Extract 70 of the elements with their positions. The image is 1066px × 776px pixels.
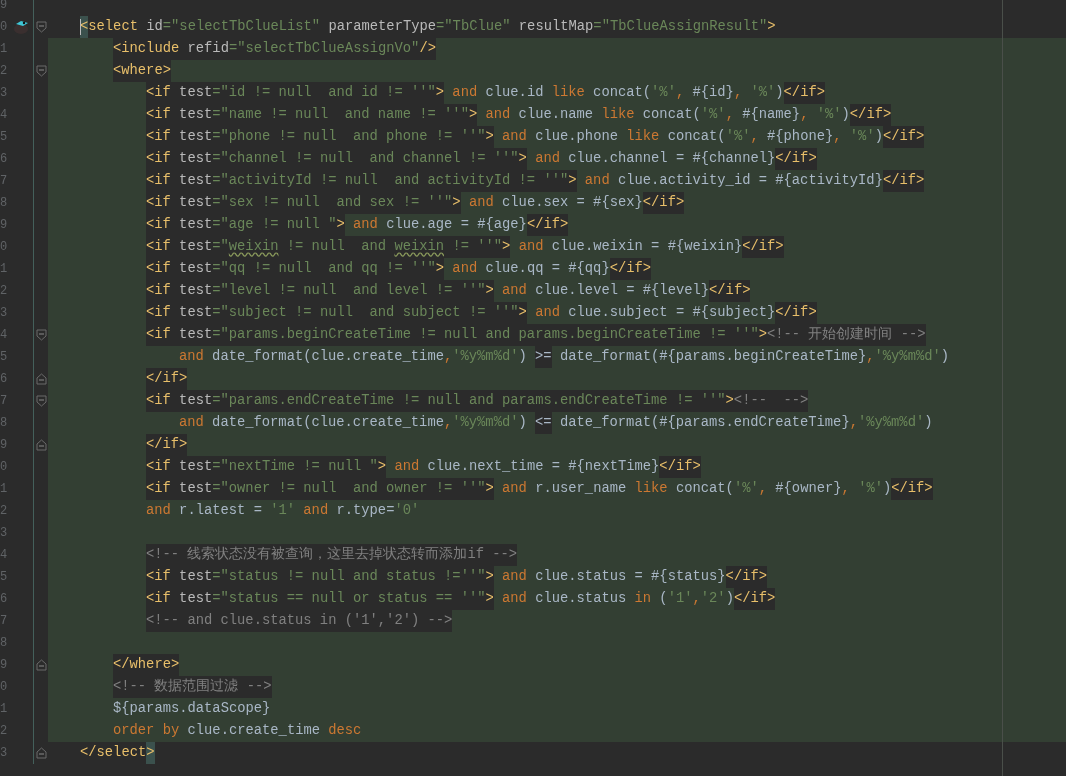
fold-icon[interactable] [35, 21, 47, 33]
fold-icon[interactable] [35, 747, 47, 759]
code-line: </select> [80, 742, 155, 764]
line-number: 3 [0, 525, 9, 542]
code-line: and r.latest = '1' and r.type='0' [146, 502, 420, 520]
line-number: 4 [0, 107, 9, 124]
code-line: and date_format(clue.create_time,'%y%m%d') <= date_format(#{params.endCreateTime},'%y%m%d') [179, 412, 933, 434]
line-number: 0 [0, 459, 9, 476]
fold-icon[interactable] [35, 439, 47, 451]
line-number: 9 [0, 437, 9, 454]
line-number: 4 [0, 327, 9, 344]
line-number: 1 [0, 41, 9, 58]
line-number: 5 [0, 569, 9, 586]
fold-icon[interactable] [35, 395, 47, 407]
code-line: <if test="age != null "> and clue.age = #{age}</if> [146, 214, 569, 236]
code-line: <if test="params.beginCreateTime != null and params.beginCreateTime != ''"><!-- 开始创建时间 --> [146, 324, 926, 346]
line-number: 8 [0, 415, 9, 432]
fold-icon[interactable] [35, 373, 47, 385]
code-line: <if test="name != null and name != ''"> and clue.name like concat('%', #{name}, '%')</if> [146, 104, 892, 126]
line-number: 6 [0, 591, 9, 608]
line-number: 3 [0, 305, 9, 322]
fold-icon[interactable] [35, 659, 47, 671]
line-number: 1 [0, 481, 9, 498]
fold-icon[interactable] [35, 65, 47, 77]
code-line: <if test="id != null and id != ''"> and clue.id like concat('%', #{id}, '%')</if> [146, 82, 825, 104]
code-line: and date_format(clue.create_time,'%y%m%d') >= date_format(#{params.beginCreateTime},'%y%m%d') [179, 346, 950, 368]
code-line: <if test="status == null or status == ''"> and clue.status in ('1','2')</if> [146, 588, 776, 610]
line-number: 8 [0, 635, 9, 652]
line-number: 5 [0, 349, 9, 366]
line-number: 1 [0, 701, 9, 718]
line-number: 0 [0, 679, 9, 696]
line-number: 9 [0, 0, 9, 14]
line-number: 7 [0, 173, 9, 190]
code-line: <if test="owner != null and owner != ''"> and r.user_name like concat('%', #{owner}, '%')</if> [146, 478, 933, 500]
line-number: 0 [0, 19, 9, 36]
line-number: 8 [0, 195, 9, 212]
line-number: 2 [0, 283, 9, 300]
line-number: 7 [0, 393, 9, 410]
line-number: 2 [0, 723, 9, 740]
code-line: order by clue.create_time desc [113, 722, 362, 740]
code-line: <if test="status != null and status !=''"> and clue.status = #{status}</if> [146, 566, 767, 588]
line-number: 6 [0, 151, 9, 168]
line-number: 1 [0, 261, 9, 278]
line-number: 5 [0, 129, 9, 146]
code-line: <if test="sex != null and sex != ''"> and clue.sex = #{sex}</if> [146, 192, 685, 214]
code-line: <if test="channel != null and channel != ''"> and clue.channel = #{channel}</if> [146, 148, 817, 170]
line-number: 4 [0, 547, 9, 564]
line-number: 3 [0, 745, 9, 762]
line-number: 9 [0, 657, 9, 674]
line-number: 6 [0, 371, 9, 388]
code-line: <if test="level != null and level != ''"> and clue.level = #{level}</if> [146, 280, 751, 302]
code-line: <if test="subject != null and subject != ''"> and clue.subject = #{subject}</if> [146, 302, 817, 324]
line-number: 9 [0, 217, 9, 234]
text-cursor [80, 19, 81, 35]
line-number: 2 [0, 63, 9, 80]
line-number: 0 [0, 239, 9, 256]
code-line: <if test="nextTime != null "> and clue.next_time = #{nextTime}</if> [146, 456, 701, 478]
code-line: <select id="selectTbClueList" parameterType="TbClue" resultMap="TbClueAssignResult"> [80, 16, 776, 38]
line-number: 7 [0, 613, 9, 630]
code-line: <if test="activityId != null and activityId != ''"> and clue.activity_id = #{activityId}</if> [146, 170, 925, 192]
code-line: <if test="qq != null and qq != ''"> and clue.qq = #{qq}</if> [146, 258, 652, 280]
code-line: <if test="weixin != null and weixin != ''"> and clue.weixin = #{weixin}</if> [146, 236, 784, 258]
code-line: <if test="params.endCreateTime != null and params.endCreateTime != ''"><!-- --> [146, 390, 809, 412]
code-line: <if test="phone != null and phone != ''"> and clue.phone like concat('%', #{phone}, '%')</if> [146, 126, 925, 148]
line-number: 2 [0, 503, 9, 520]
bird-icon[interactable] [12, 19, 30, 35]
code-line: <include refid="selectTbClueAssignVo"/> [113, 38, 436, 60]
fold-icon[interactable] [35, 329, 47, 341]
line-number: 3 [0, 85, 9, 102]
code-line: ${params.dataScope} [113, 700, 271, 718]
